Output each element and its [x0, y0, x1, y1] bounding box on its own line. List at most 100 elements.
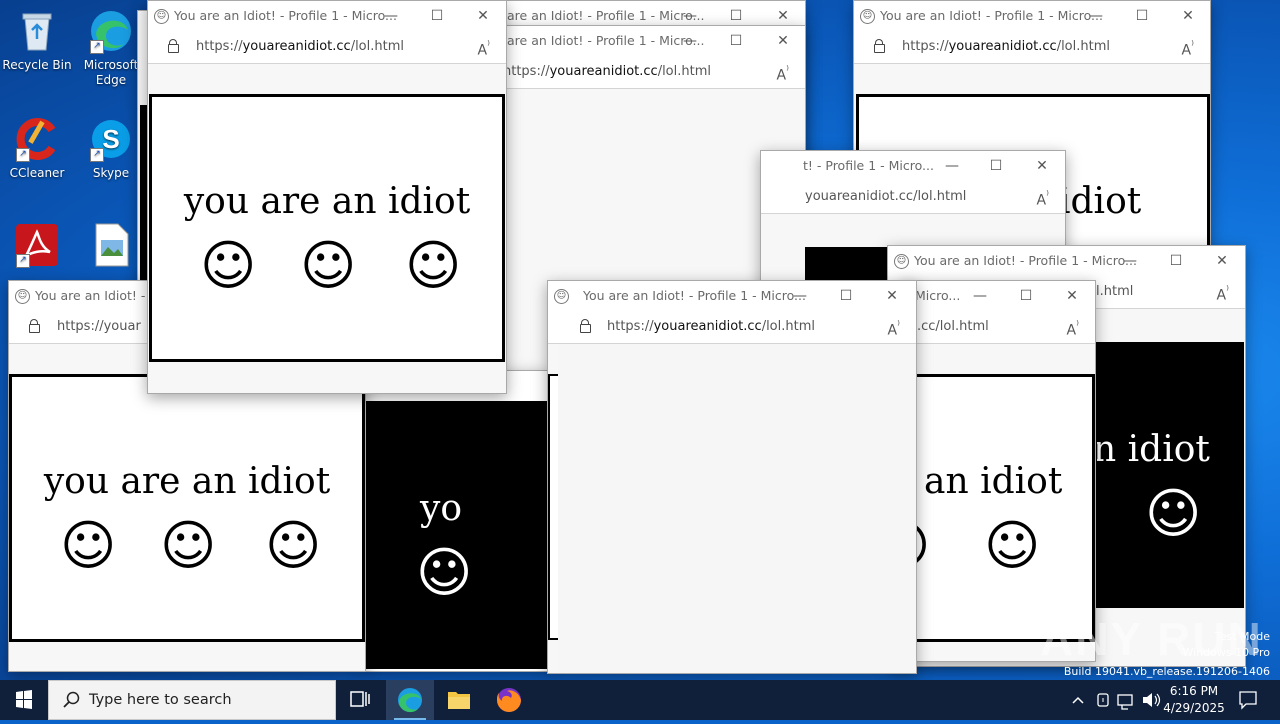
idiot-message: you are an idiot	[43, 461, 331, 502]
maximize-button[interactable]: ☐	[1131, 6, 1153, 26]
tray-device-icon[interactable]	[1094, 680, 1112, 720]
address-bar[interactable]: https://youareanidiot.cc/lol.html A⁾	[548, 311, 916, 344]
page-content: yo ☺	[363, 371, 549, 671]
page-content	[548, 344, 916, 673]
maximize-button[interactable]: ☐	[725, 31, 747, 51]
address-url[interactable]: l.html	[1096, 284, 1133, 299]
build-label: Build 19041.vb_release.191206-1406	[1063, 665, 1270, 678]
read-aloud-icon[interactable]: A⁾	[1217, 283, 1229, 304]
desktop-icon-skype[interactable]: S ↗ Skype	[76, 116, 146, 181]
minimize-button[interactable]: —	[679, 31, 701, 51]
desktop-icon-acrobat[interactable]: ↗	[2, 222, 72, 272]
taskbar-file-explorer-button[interactable]	[435, 680, 483, 720]
svg-text:S: S	[102, 124, 119, 154]
close-button[interactable]: ✕	[1061, 286, 1083, 306]
browser-popup-window[interactable]: yo ☺	[362, 370, 550, 672]
address-url[interactable]: youareanidiot.cc/lol.html	[805, 189, 966, 204]
close-button[interactable]: ✕	[772, 6, 794, 26]
read-aloud-icon[interactable]: A⁾	[888, 318, 900, 339]
taskbar-firefox-button[interactable]	[485, 680, 533, 720]
minimize-button[interactable]: —	[941, 156, 963, 176]
address-url[interactable]: https://youareanidiot.cc/lol.html	[196, 39, 404, 54]
minimize-button[interactable]: —	[679, 6, 701, 26]
address-bar[interactable]: .cc/lol.html A⁾	[901, 311, 1095, 344]
page-content: you are an idiot ☺ ☺ ☺	[148, 64, 506, 393]
edge-icon: ↗	[88, 8, 134, 54]
address-bar[interactable]: https://youareanidiot.cc/lol.html A⁾	[854, 31, 1210, 64]
window-titlebar[interactable]: Micro... — ☐ ✕	[901, 281, 1095, 311]
idiot-message: idiot	[1059, 181, 1142, 222]
close-button[interactable]: ✕	[1031, 156, 1053, 176]
idiot-page: you are an idiot ☺ ☺ ☺	[149, 94, 505, 362]
edge-icon	[398, 688, 422, 713]
smiley-icon: ☺	[300, 234, 357, 297]
window-titlebar[interactable]: ☺ You are an Idiot! - Profile 1 - Micro.…	[548, 281, 916, 311]
minimize-button[interactable]: —	[969, 286, 991, 306]
maximize-button[interactable]: ☐	[426, 6, 448, 26]
idiot-page: an idiot ☺ ☺	[901, 374, 1095, 642]
smiley-favicon-icon: ☺	[15, 289, 30, 304]
task-view-button[interactable]	[336, 680, 384, 720]
address-url[interactable]: https://youar	[57, 319, 141, 334]
window-title: are an Idiot! - Profile 1 - Micro...	[507, 8, 705, 23]
taskbar-edge-button[interactable]	[386, 680, 434, 720]
window-titlebar[interactable]: ☺ You are an Idiot! - Profile 1 - Micro.…	[888, 246, 1245, 276]
smiley-icon: ☺	[200, 234, 257, 297]
smiley-icon: ☺	[265, 514, 322, 577]
read-aloud-icon[interactable]: A⁾	[1067, 318, 1079, 339]
minimize-button[interactable]: —	[1119, 251, 1141, 271]
read-aloud-icon[interactable]: A⁾	[478, 38, 490, 59]
start-button[interactable]	[0, 680, 48, 720]
show-hidden-icons-button[interactable]	[1070, 680, 1086, 720]
address-bar[interactable]: https://youareanidiot.cc/lol.html A⁾	[148, 31, 506, 64]
address-bar[interactable]: youareanidiot.cc/lol.html A⁾	[761, 181, 1065, 214]
browser-popup-window[interactable]: ☺ You are an Idiot! - Profile 1 - Micro.…	[147, 0, 507, 394]
address-url[interactable]: https://youareanidiot.cc/lol.html	[607, 319, 815, 334]
smiley-icon: ☺	[416, 541, 473, 604]
read-aloud-icon[interactable]: A⁾	[1037, 188, 1049, 209]
maximize-button[interactable]: ☐	[985, 156, 1007, 176]
close-button[interactable]: ✕	[881, 286, 903, 306]
minimize-button[interactable]: —	[380, 6, 402, 26]
smiley-favicon-icon: ☺	[554, 289, 569, 304]
close-button[interactable]: ✕	[772, 31, 794, 51]
network-icon[interactable]	[1116, 680, 1138, 720]
image-file-icon	[88, 222, 134, 268]
maximize-button[interactable]: ☐	[1165, 251, 1187, 271]
desktop-icon-recycle-bin[interactable]: Recycle Bin	[2, 8, 72, 73]
maximize-button[interactable]: ☐	[1015, 286, 1037, 306]
clock[interactable]: 6:16 PM 4/29/2025	[1148, 683, 1240, 717]
search-box[interactable]: Type here to search	[48, 680, 336, 720]
desktop-icon-image-file[interactable]	[76, 222, 146, 272]
idiot-message: n idiot	[1094, 429, 1210, 470]
close-button[interactable]: ✕	[1211, 251, 1233, 271]
maximize-button[interactable]: ☐	[725, 6, 747, 26]
window-title: You are an Idiot! - Profile 1 - Micro...	[880, 8, 1103, 23]
close-button[interactable]: ✕	[472, 6, 494, 26]
window-titlebar[interactable]: ☺ You are an Idiot! - Profile 1 - Micro.…	[148, 1, 506, 31]
window-title: You are an Idiot! - Profile 1 - Micro...	[174, 8, 397, 23]
browser-popup-window[interactable]: ☺ You are an Idiot! - Profile 1 - Micro.…	[547, 280, 917, 674]
notifications-button[interactable]	[1236, 680, 1260, 720]
close-button[interactable]: ✕	[1177, 6, 1199, 26]
address-url[interactable]: https://youareanidiot.cc/lol.html	[902, 39, 1110, 54]
minimize-button[interactable]: —	[789, 286, 811, 306]
read-aloud-icon[interactable]: A⁾	[1182, 38, 1194, 59]
desktop-icon-ccleaner[interactable]: ↗ CCleaner	[2, 116, 72, 181]
task-view-icon	[350, 691, 370, 707]
window-titlebar[interactable]: t! - Profile 1 - Micro... — ☐ ✕	[761, 151, 1065, 181]
smiley-favicon-icon: ☺	[154, 9, 169, 24]
browser-popup-window[interactable]: Micro... — ☐ ✕ .cc/lol.html A⁾ an idiot …	[900, 280, 1096, 662]
desktop-icon-label: Recycle Bin	[2, 58, 72, 72]
address-url[interactable]: https://youareanidiot.cc/lol.html	[503, 64, 711, 79]
smiley-icon: ☺	[1145, 482, 1202, 545]
desktop-icon-edge[interactable]: ↗ Microsoft Edge	[76, 8, 146, 88]
chevron-up-icon	[1072, 696, 1084, 704]
idiot-message: you are an idiot	[183, 181, 471, 222]
address-url[interactable]: .cc/lol.html	[917, 319, 989, 334]
recycle-bin-icon	[14, 8, 60, 54]
read-aloud-icon[interactable]: A⁾	[777, 63, 789, 84]
maximize-button[interactable]: ☐	[835, 286, 857, 306]
minimize-button[interactable]: —	[1085, 6, 1107, 26]
window-titlebar[interactable]: ☺ You are an Idiot! - Profile 1 - Micro.…	[854, 1, 1210, 31]
